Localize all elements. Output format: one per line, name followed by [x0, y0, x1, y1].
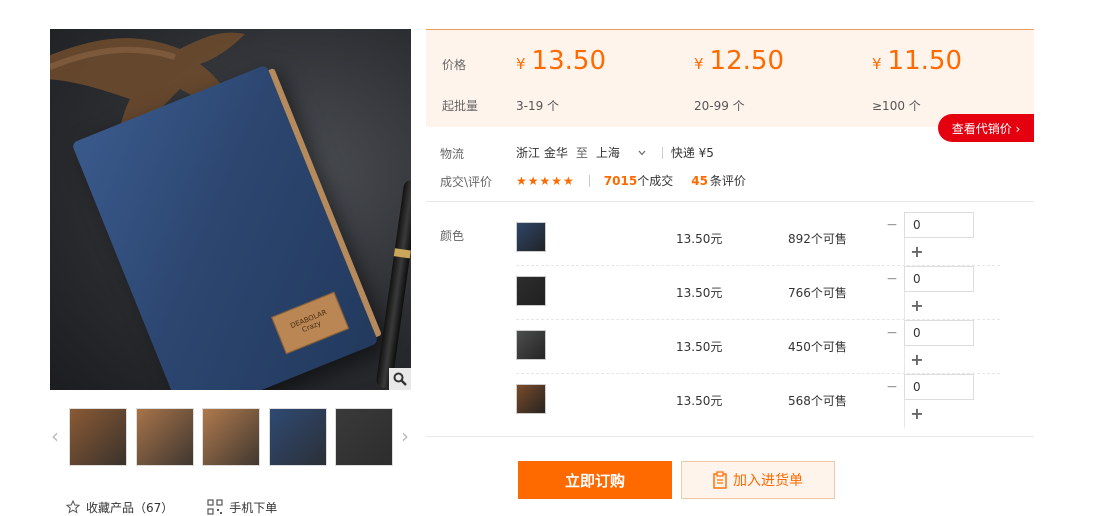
section-divider: [426, 436, 1034, 437]
qty-input[interactable]: [904, 374, 974, 400]
thumbnail-1[interactable]: [69, 408, 127, 466]
buy-now-button[interactable]: 立即订购: [518, 461, 672, 499]
currency-symbol: ¥: [694, 55, 704, 73]
tier-3-price: 11.50: [887, 46, 962, 76]
currency-symbol: ¥: [872, 55, 882, 73]
thumbnail-4[interactable]: [269, 408, 327, 466]
price-tier-2: ¥12.50 20-99 个: [694, 46, 784, 114]
qr-code-icon: [207, 499, 223, 515]
color-label: 颜色: [440, 229, 465, 243]
shipping-fee: 快递 ¥5: [670, 146, 714, 160]
tier-3-price-row: ¥11.50: [872, 46, 962, 79]
favorite-label: 收藏产品（67）: [86, 500, 174, 515]
add-to-cart-button[interactable]: 加入进货单: [681, 461, 835, 499]
quantity-stepper: − +: [880, 212, 976, 266]
zoom-button[interactable]: [389, 368, 411, 390]
tier-1-range: 3-19 个: [516, 99, 560, 113]
deal-suffix: 个成交: [637, 174, 674, 188]
quantity-stepper: − +: [880, 320, 976, 374]
chevron-down-icon: [638, 150, 646, 155]
tier-2-range: 20-99 个: [694, 99, 745, 113]
thumbnail-2[interactable]: [136, 408, 194, 466]
clipboard-icon: [713, 471, 727, 489]
price-label: 价格: [442, 58, 467, 72]
sku-row-4: 13.50元 568个可售 − +: [516, 374, 1000, 428]
sku-thumbnail[interactable]: [516, 330, 546, 360]
deal-count[interactable]: 7015: [604, 174, 637, 188]
star-outline-icon: [66, 500, 80, 514]
sku-price: 13.50元: [676, 394, 723, 408]
sku-thumbnail[interactable]: [516, 384, 546, 414]
tier-1-price: 13.50: [531, 46, 606, 76]
review-suffix: 条评价: [709, 174, 746, 188]
pen-decoration: [375, 178, 411, 390]
sku-stock: 892个可售: [788, 232, 847, 246]
tier-2-price: 12.50: [709, 46, 784, 76]
qty-minus-button[interactable]: −: [880, 212, 904, 238]
price-tier-box: 价格 起批量 ¥13.50 3-19 个 ¥12.50 20-99 个 ¥11.…: [426, 29, 1034, 127]
product-actions: 收藏产品（67） 手机下单: [66, 497, 311, 516]
tier-2-price-row: ¥12.50: [694, 46, 784, 79]
moq-label: 起批量: [442, 99, 479, 113]
tier-1-price-row: ¥13.50: [516, 46, 606, 79]
ship-from: 浙江 金华: [516, 146, 568, 160]
sku-stock: 766个可售: [788, 286, 847, 300]
thumbnail-3[interactable]: [202, 408, 260, 466]
deals-row: ★★★★★ 7015 个成交 45 条评价: [516, 172, 746, 189]
quantity-stepper: − +: [880, 374, 976, 428]
qty-input[interactable]: [904, 320, 974, 346]
mobile-order-label: 手机下单: [229, 500, 278, 515]
qty-plus-button[interactable]: +: [904, 346, 930, 372]
sku-price: 13.50元: [676, 232, 723, 246]
logistics-label: 物流: [440, 147, 465, 161]
sku-price: 13.50元: [676, 286, 723, 300]
tier-3-range: ≥100 个: [872, 99, 921, 113]
price-tier-3: ¥11.50 ≥100 个: [872, 46, 962, 114]
currency-symbol: ¥: [516, 55, 526, 73]
mobile-order-button[interactable]: 手机下单: [207, 499, 277, 516]
price-tier-1: ¥13.50 3-19 个: [516, 46, 606, 114]
thumbnail-strip: ‹ ›: [50, 408, 411, 468]
wallet-brand-tag: DEABOLAR Crazy: [271, 291, 350, 355]
magnifier-icon: [393, 372, 407, 386]
sku-price: 13.50元: [676, 340, 723, 354]
thumbnail-prev-arrow[interactable]: ‹: [48, 426, 62, 446]
ship-to-word: 至: [575, 146, 588, 160]
sku-row-1: 13.50元 892个可售 − +: [516, 212, 1000, 266]
qty-plus-button[interactable]: +: [904, 238, 930, 264]
sku-thumbnail[interactable]: [516, 222, 546, 252]
section-divider: [426, 201, 1034, 202]
qty-minus-button[interactable]: −: [880, 374, 904, 400]
deals-label: 成交\评价: [440, 175, 493, 189]
qty-minus-button[interactable]: −: [880, 266, 904, 292]
product-main-image[interactable]: DEABOLAR Crazy: [50, 29, 411, 390]
favorite-product-button[interactable]: 收藏产品（67）: [66, 499, 173, 516]
destination-value: 上海: [595, 146, 620, 160]
separator: [588, 174, 590, 187]
quantity-stepper: − +: [880, 266, 976, 320]
thumbnail-next-arrow[interactable]: ›: [398, 426, 412, 446]
sku-stock: 450个可售: [788, 340, 847, 354]
sku-stock: 568个可售: [788, 394, 847, 408]
review-count[interactable]: 45: [691, 174, 708, 188]
qty-plus-button[interactable]: +: [904, 292, 930, 318]
thumbnail-5[interactable]: [335, 408, 393, 466]
separator: [661, 146, 663, 159]
pen-band: [393, 248, 411, 259]
qty-minus-button[interactable]: −: [880, 320, 904, 346]
destination-select[interactable]: 上海: [596, 144, 646, 161]
qty-input[interactable]: [904, 266, 974, 292]
add-to-cart-label: 加入进货单: [733, 473, 803, 489]
sku-row-3: 13.50元 450个可售 − +: [516, 320, 1000, 374]
sku-row-2: 13.50元 766个可售 − +: [516, 266, 1000, 320]
logistics-row: 浙江 金华 至 上海 快递 ¥5: [516, 144, 722, 161]
agent-price-button[interactable]: 查看代销价 ›: [938, 114, 1034, 142]
sku-thumbnail[interactable]: [516, 276, 546, 306]
rating-stars: ★★★★★: [516, 173, 575, 188]
qty-plus-button[interactable]: +: [904, 400, 930, 426]
qty-input[interactable]: [904, 212, 974, 238]
